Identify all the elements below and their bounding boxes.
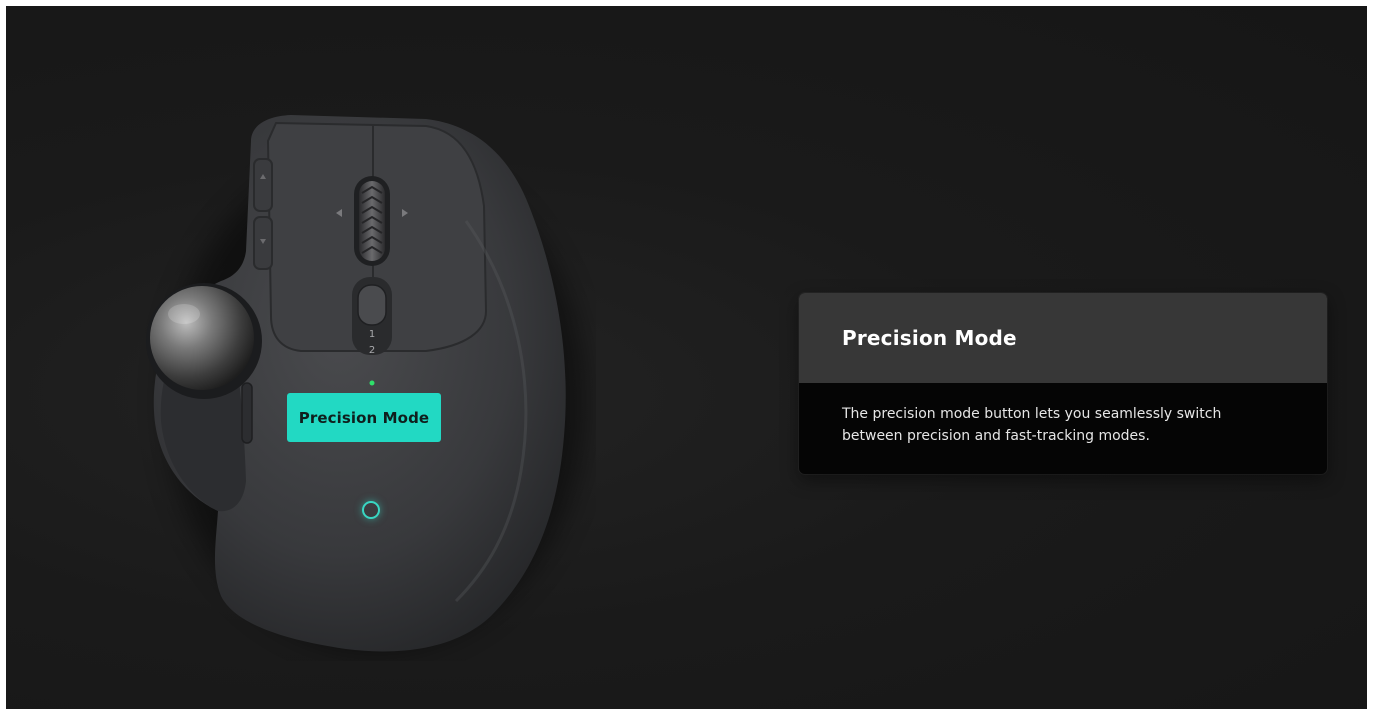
precision-mode-hotspot[interactable] bbox=[362, 501, 380, 519]
dpi-label-1: 1 bbox=[369, 329, 375, 340]
card-title: Precision Mode bbox=[842, 326, 1017, 350]
trackball bbox=[150, 286, 254, 390]
callout-label: Precision Mode bbox=[298, 408, 430, 427]
precision-mode-callout[interactable]: Precision Mode bbox=[287, 393, 441, 442]
trackball-mouse: 1 2 bbox=[126, 101, 596, 661]
back-side-button bbox=[253, 158, 273, 212]
dpi-label-2: 2 bbox=[369, 345, 375, 356]
precision-mode-button bbox=[241, 382, 253, 444]
dpi-button bbox=[357, 284, 387, 326]
trackball-mouse-illustration: 1 2 bbox=[146, 115, 586, 652]
card-description: The precision mode button lets you seaml… bbox=[842, 406, 1222, 444]
product-stage: 1 2 Precision Mode Precision Mode The pr… bbox=[6, 6, 1367, 709]
status-led bbox=[369, 380, 375, 386]
card-header: Precision Mode bbox=[799, 293, 1327, 383]
feature-info-card: Precision Mode The precision mode button… bbox=[799, 293, 1327, 474]
